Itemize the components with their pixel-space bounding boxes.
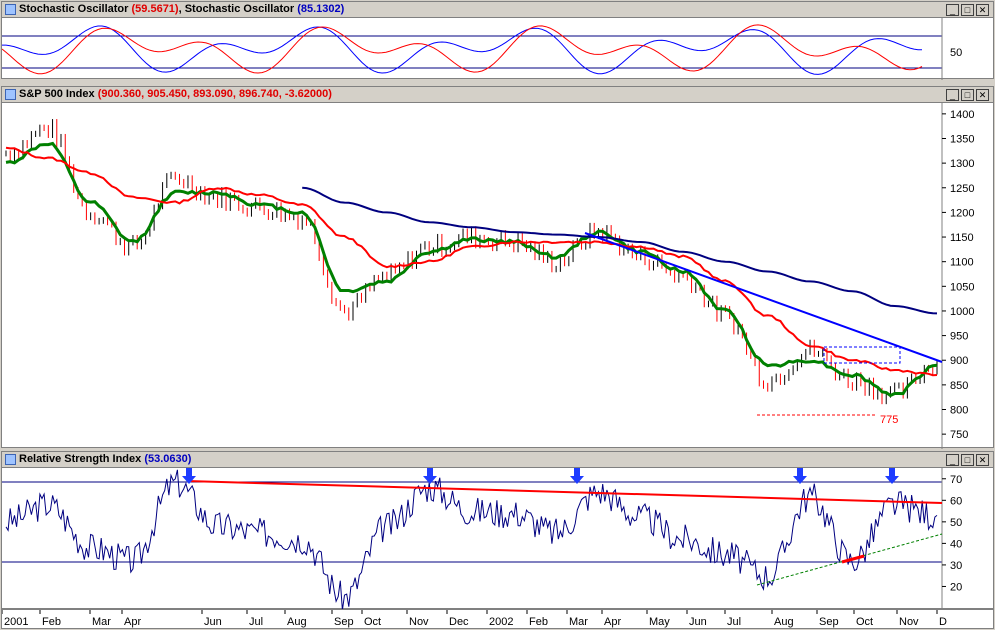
spx-ytick: 1150 — [950, 232, 974, 244]
stochastic-chart: 50 — [2, 18, 962, 80]
x-tick: Aug — [287, 616, 307, 628]
x-tick: Nov — [899, 616, 919, 628]
rsi-ytick: 50 — [950, 517, 962, 529]
spx-ytick: 800 — [950, 405, 968, 417]
x-tick: Apr — [604, 616, 621, 628]
x-tick: May — [649, 616, 670, 628]
x-tick: Sep — [334, 616, 354, 628]
spx-ytick: 750 — [950, 429, 968, 441]
rsi-resistance-line — [186, 480, 943, 504]
spx-ytick: 1100 — [950, 257, 974, 269]
sp500-panel: S&P 500 Index (900.360, 905.450, 893.090… — [1, 86, 994, 449]
spx-ytick: 950 — [950, 331, 968, 343]
rsi-divergence-mark — [841, 554, 865, 564]
x-tick: Sep — [819, 616, 839, 628]
x-tick: Feb — [42, 616, 61, 628]
support-label: 775 — [880, 414, 898, 426]
spx-ytick: 1250 — [950, 183, 974, 195]
x-tick: Mar — [92, 616, 111, 628]
x-tick: Dec — [449, 616, 469, 628]
x-axis: 2001 Feb Mar Apr Jun Jul Aug Sep Oct Nov Dec 2002 Fe… — [1, 609, 994, 629]
x-tick: Jun — [204, 616, 222, 628]
x-tick: Oct — [856, 616, 873, 628]
spx-ytick: 1350 — [950, 133, 974, 145]
rsi-ytick: 70 — [950, 474, 962, 486]
x-tick: Jul — [727, 616, 741, 628]
spx-ytick: 1200 — [950, 207, 974, 219]
rsi-ytick: 20 — [950, 581, 962, 593]
rsi-chart: 70 60 50 40 30 20 — [2, 468, 962, 610]
stoch-ytick: 50 — [950, 47, 962, 59]
stoch-k-line — [2, 24, 923, 75]
x-tick: Jun — [689, 616, 707, 628]
rsi-line — [5, 469, 938, 610]
spx-ytick: 1300 — [950, 158, 974, 170]
x-tick: Apr — [124, 616, 141, 628]
spx-short-ma-line — [5, 141, 938, 398]
x-tick: 2001 — [4, 616, 28, 628]
rsi-ytick: 40 — [950, 538, 962, 550]
x-tick: D — [939, 616, 947, 628]
x-tick: Aug — [774, 616, 794, 628]
x-tick: Jul — [249, 616, 263, 628]
spx-ytick: 1400 — [950, 109, 974, 121]
x-tick: Mar — [569, 616, 588, 628]
rsi-ytick: 30 — [950, 560, 962, 572]
x-tick: 2002 — [489, 616, 513, 628]
spx-ytick: 1000 — [950, 306, 974, 318]
downtrend-line — [584, 232, 943, 363]
stoch-d-line — [2, 25, 922, 75]
spx-ytick: 1050 — [950, 281, 974, 293]
rsi-panel: Relative Strength Index (53.0630) _ □ ✕ 70… — [1, 451, 994, 610]
spx-mid-ma-line — [5, 146, 938, 377]
x-tick: Nov — [409, 616, 429, 628]
x-tick: Oct — [364, 616, 381, 628]
sp500-chart: 1400 1350 1300 1250 1200 1150 1100 1050 1000 950 9… — [5, 103, 974, 449]
spx-ytick: 900 — [950, 355, 968, 367]
rsi-ytick: 60 — [950, 495, 962, 507]
stochastic-panel: Stochastic Oscillator (59.5671), Stochas… — [1, 1, 994, 80]
x-tick: Feb — [529, 616, 548, 628]
spx-ytick: 850 — [950, 380, 968, 392]
